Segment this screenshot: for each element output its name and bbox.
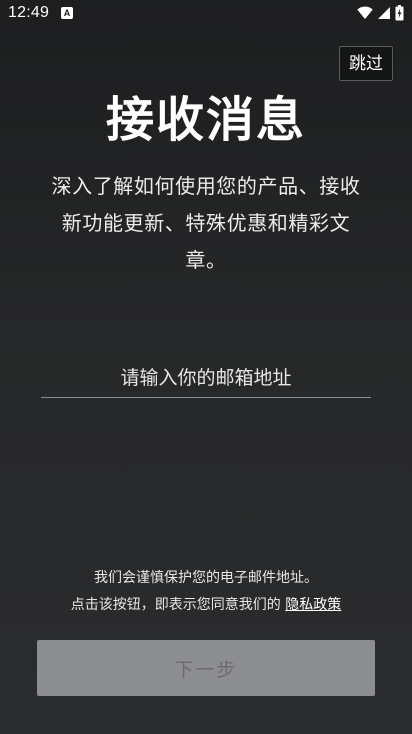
signal-icon [377,6,391,20]
system-icons [357,5,404,21]
email-field[interactable] [41,358,371,398]
status-bar: 12:49 A [0,0,412,28]
wifi-icon [357,6,373,20]
skip-button[interactable]: 跳过 [339,46,393,81]
screen: 12:49 A 跳过 接收消息 深入了解如何使用您的产品、接收新功能更新、特殊优… [0,0,412,734]
next-button[interactable]: 下一步 [37,640,375,696]
privacy-line-1: 我们会谨慎保护您的电子邮件地址。 [94,570,318,586]
battery-icon [395,5,404,21]
notification-a-icon: A [61,7,73,19]
privacy-line-2: 点击该按钮，即表示您同意我们的 隐私政策 [0,592,412,619]
privacy-line-2-text: 点击该按钮，即表示您同意我们的 [70,597,286,613]
privacy-note: 我们会谨慎保护您的电子邮件地址。 点击该按钮，即表示您同意我们的 隐私政策 [0,565,412,619]
subtitle-text: 深入了解如何使用您的产品、接收新功能更新、特殊优惠和精彩文章。 [51,174,361,272]
privacy-policy-link[interactable]: 隐私政策 [285,597,341,613]
status-time: 12:49 [8,4,50,21]
page-title: 接收消息 [105,92,306,148]
